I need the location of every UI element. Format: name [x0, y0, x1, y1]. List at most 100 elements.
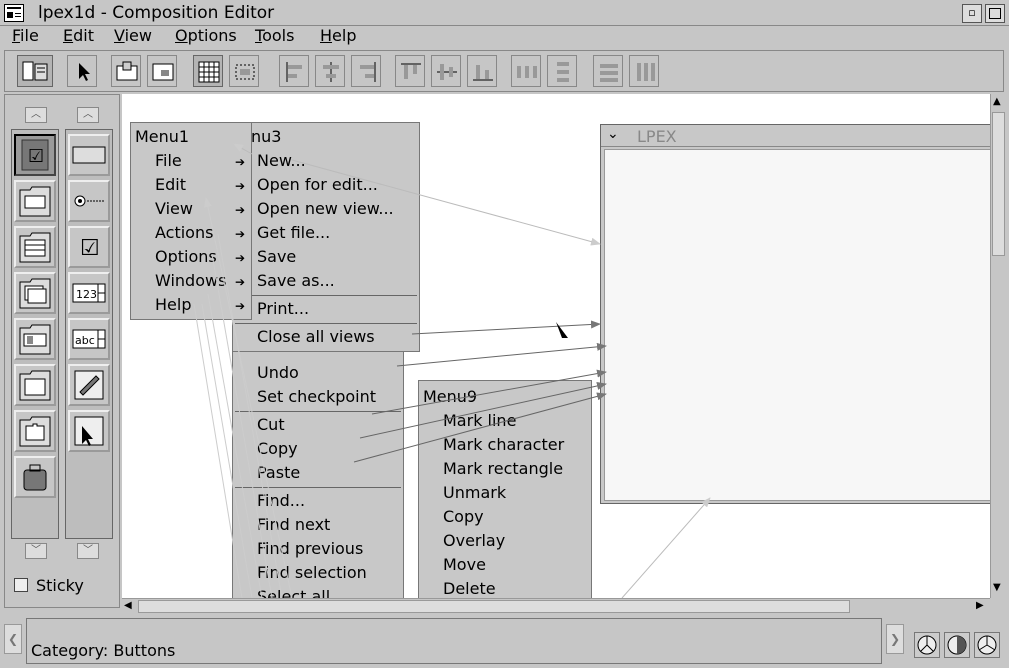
svg-text:☑: ☑ [80, 236, 100, 261]
clock-icon [914, 632, 940, 658]
align-top-button[interactable] [395, 55, 425, 87]
connection-line[interactable] [411, 320, 601, 335]
parts-scroll-down-button[interactable]: ﹀ [77, 543, 99, 559]
title-bar: lpex1d - Composition Editor ▫ [0, 0, 1009, 26]
distribute-h-button[interactable] [511, 55, 541, 87]
connection-line[interactable] [211, 253, 273, 598]
clock-icon [974, 632, 1000, 658]
sticky-label: Sticky [36, 576, 84, 595]
part-push-button[interactable] [68, 134, 110, 176]
free-form-surface[interactable]: Menu2 Undo Set checkpoint Cut Copy Paste… [122, 94, 990, 598]
system-menu-icon[interactable] [4, 4, 24, 22]
status-scroll-right-button[interactable]: ❯ [886, 624, 904, 654]
scroll-right-arrow-icon[interactable]: ▶ [976, 600, 984, 611]
parts-scroll-up-button[interactable]: ︿ [77, 107, 99, 123]
connection-line[interactable] [621, 497, 711, 598]
connections-overlay [193, 143, 711, 598]
menu-help[interactable]: Help [320, 26, 356, 45]
part-spin-button[interactable]: 123 [68, 272, 110, 314]
align-right-icon [360, 62, 376, 82]
editor-button[interactable] [17, 55, 53, 87]
spin-button-icon: 123 [72, 283, 106, 303]
category-lists[interactable] [14, 226, 56, 268]
menu-view[interactable]: View [114, 26, 152, 45]
sticky-checkbox[interactable] [14, 578, 28, 592]
svg-text:123: 123 [76, 288, 97, 301]
align-center-button[interactable] [315, 55, 345, 87]
category-other[interactable] [14, 456, 56, 498]
composite-icon [19, 324, 51, 355]
status-scroll-left-button[interactable]: ❮ [4, 624, 22, 654]
align-bottom-button[interactable] [467, 55, 497, 87]
align-left-button[interactable] [279, 55, 309, 87]
scroll-up-arrow-icon[interactable]: ▲ [993, 96, 1001, 107]
push-button-icon [72, 146, 106, 164]
connection-line[interactable] [359, 382, 607, 439]
same-width-icon [600, 64, 618, 82]
horizontal-scrollbar[interactable]: ◀ ▶ [122, 598, 990, 614]
maximize-button[interactable] [985, 4, 1005, 23]
align-middle-button[interactable] [431, 55, 461, 87]
scroll-down-arrow-icon[interactable]: ▼ [993, 582, 1001, 593]
grid-button[interactable] [193, 55, 223, 87]
connection-line[interactable] [233, 143, 253, 155]
connection-line[interactable] [201, 303, 253, 598]
horizontal-scroll-thumb[interactable] [138, 600, 850, 613]
scroll-left-arrow-icon[interactable]: ◀ [124, 600, 132, 611]
category-buttons[interactable]: ☑ [14, 134, 56, 176]
selected-part-icon: ☑ [21, 139, 49, 171]
menu-edit[interactable]: Edit [63, 26, 94, 45]
connection-line[interactable] [353, 392, 607, 463]
puzzle-icon [19, 416, 51, 447]
align-bottom-icon [473, 65, 493, 81]
window-icon [19, 370, 51, 401]
edit-cursor-icon [74, 416, 104, 446]
category-scroll-down-button[interactable]: ﹀ [25, 543, 47, 559]
vertical-scroll-thumb[interactable] [992, 112, 1005, 256]
menu-bar: File Edit View Options Tools Help [0, 26, 1009, 48]
snap-button[interactable] [229, 55, 259, 87]
part-edit[interactable] [68, 364, 110, 406]
pick-up-button[interactable] [111, 55, 141, 87]
category-models[interactable] [14, 410, 56, 452]
parts-palette: ︿ ︿ ☑ ☑ 123 abc ﹀ ﹀ [4, 94, 120, 608]
category-notebooks[interactable] [14, 272, 56, 314]
distribute-v-button[interactable] [547, 55, 577, 87]
align-top-icon [401, 63, 421, 79]
part-radio-button[interactable] [68, 180, 110, 222]
align-middle-icon [437, 64, 457, 80]
connection-line[interactable] [217, 233, 283, 598]
align-right-button[interactable] [351, 55, 381, 87]
drop-button[interactable] [147, 55, 177, 87]
connection-line[interactable] [371, 369, 607, 415]
category-composites[interactable] [14, 318, 56, 360]
category-frames[interactable] [14, 180, 56, 222]
pointer-button[interactable] [67, 55, 97, 87]
connection-line[interactable] [203, 197, 293, 598]
distribute-v-icon [557, 62, 569, 82]
status-area: Category: Buttons [26, 618, 882, 664]
category-scroll-up-button[interactable]: ︿ [25, 107, 47, 123]
part-check-box[interactable]: ☑ [68, 226, 110, 268]
clock-icon [944, 632, 970, 658]
connection-line[interactable] [396, 342, 607, 367]
pointer-icon [79, 63, 90, 81]
vertical-scrollbar[interactable]: ▲ ▼ [990, 94, 1006, 598]
menu-file[interactable]: File [12, 26, 39, 45]
same-width-button[interactable] [593, 55, 623, 87]
category-windows[interactable] [14, 364, 56, 406]
part-entry-field[interactable]: abc [68, 318, 110, 360]
notebook-icon [19, 278, 51, 309]
menu-tools[interactable]: Tools [255, 26, 294, 45]
menu-options[interactable]: Options [175, 26, 237, 45]
entry-field-icon: abc [72, 329, 106, 349]
connection-line[interactable] [291, 159, 601, 246]
mouse-pointer-icon [556, 322, 568, 338]
part-edit-cursor[interactable] [68, 410, 110, 452]
edit-icon [74, 370, 104, 400]
same-height-button[interactable] [629, 55, 659, 87]
radio-button-icon [74, 195, 104, 207]
minimize-button[interactable]: ▫ [962, 4, 982, 23]
distribute-h-icon [517, 66, 537, 78]
same-height-icon [637, 63, 655, 81]
